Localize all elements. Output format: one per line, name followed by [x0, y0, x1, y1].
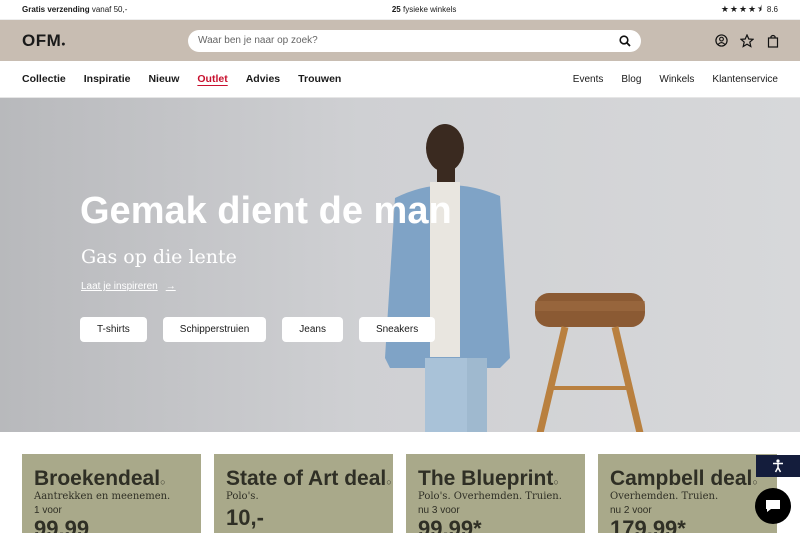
- chat-button[interactable]: [755, 488, 791, 524]
- rating-score: 8.6: [766, 5, 778, 14]
- accessibility-button[interactable]: [756, 455, 800, 477]
- arrow-right-icon: →: [165, 281, 176, 292]
- nav-outlet[interactable]: Outlet: [197, 73, 227, 85]
- hero-banner[interactable]: Gemak dient de man Gas op die lente Laat…: [0, 98, 800, 432]
- nav-blog[interactable]: Blog: [621, 74, 641, 85]
- hero-link[interactable]: Laat je inspireren →: [81, 281, 176, 292]
- nav-events[interactable]: Events: [573, 74, 604, 85]
- star-icon[interactable]: [740, 33, 754, 48]
- search-input[interactable]: Waar ben je naar op zoek?: [188, 29, 641, 52]
- deals-row: Broekendeal○ Aantrekken en meenemen. 1 v…: [0, 432, 800, 533]
- chat-icon: [766, 500, 780, 512]
- main-nav: Collectie Inspiratie Nieuw Outlet Advies…: [0, 61, 800, 98]
- deal-card[interactable]: The Blueprint○ Polo's. Overhemden. Truie…: [406, 454, 585, 533]
- logo[interactable]: OFM●: [22, 31, 188, 51]
- model-image: [385, 124, 510, 432]
- stores-notice[interactable]: 25 fysieke winkels: [392, 5, 457, 14]
- chip-sneakers[interactable]: Sneakers: [358, 317, 436, 342]
- account-icon[interactable]: [714, 34, 728, 48]
- site-header: OFM● Waar ben je naar op zoek?: [0, 20, 800, 61]
- nav-inspiratie[interactable]: Inspiratie: [84, 73, 131, 85]
- chip-schipperstruien[interactable]: Schipperstruien: [162, 317, 267, 342]
- nav-trouwen[interactable]: Trouwen: [298, 73, 341, 85]
- accessibility-icon: [773, 459, 783, 473]
- shipping-notice: Gratis verzending vanaf 50,-: [22, 5, 128, 14]
- bag-icon[interactable]: [766, 34, 780, 48]
- rating-stars-icon: ★★★★⯨: [720, 3, 763, 14]
- hero-title: Gemak dient de man: [80, 190, 452, 232]
- deal-card[interactable]: Broekendeal○ Aantrekken en meenemen. 1 v…: [22, 454, 201, 533]
- hero-subtitle: Gas op die lente: [81, 246, 237, 268]
- nav-klantenservice[interactable]: Klantenservice: [712, 74, 778, 85]
- top-bar: Gratis verzending vanaf 50,- 25 fysieke …: [0, 0, 800, 20]
- nav-advies[interactable]: Advies: [246, 73, 280, 85]
- chip-tshirts[interactable]: T-shirts: [80, 317, 147, 342]
- deal-card[interactable]: State of Art deal○ Polo's. 10,-: [214, 454, 393, 533]
- nav-winkels[interactable]: Winkels: [659, 74, 694, 85]
- nav-nieuw[interactable]: Nieuw: [148, 73, 179, 85]
- pommel-horse-image: [535, 293, 645, 432]
- rating[interactable]: ★★★★⯨ 8.6: [721, 2, 778, 18]
- deal-card[interactable]: Campbell deal○ Overhemden. Truien. nu 2 …: [598, 454, 777, 533]
- chip-jeans[interactable]: Jeans: [282, 317, 343, 342]
- nav-collectie[interactable]: Collectie: [22, 73, 66, 85]
- search-placeholder: Waar ben je naar op zoek?: [198, 35, 318, 46]
- search-icon[interactable]: [619, 34, 631, 47]
